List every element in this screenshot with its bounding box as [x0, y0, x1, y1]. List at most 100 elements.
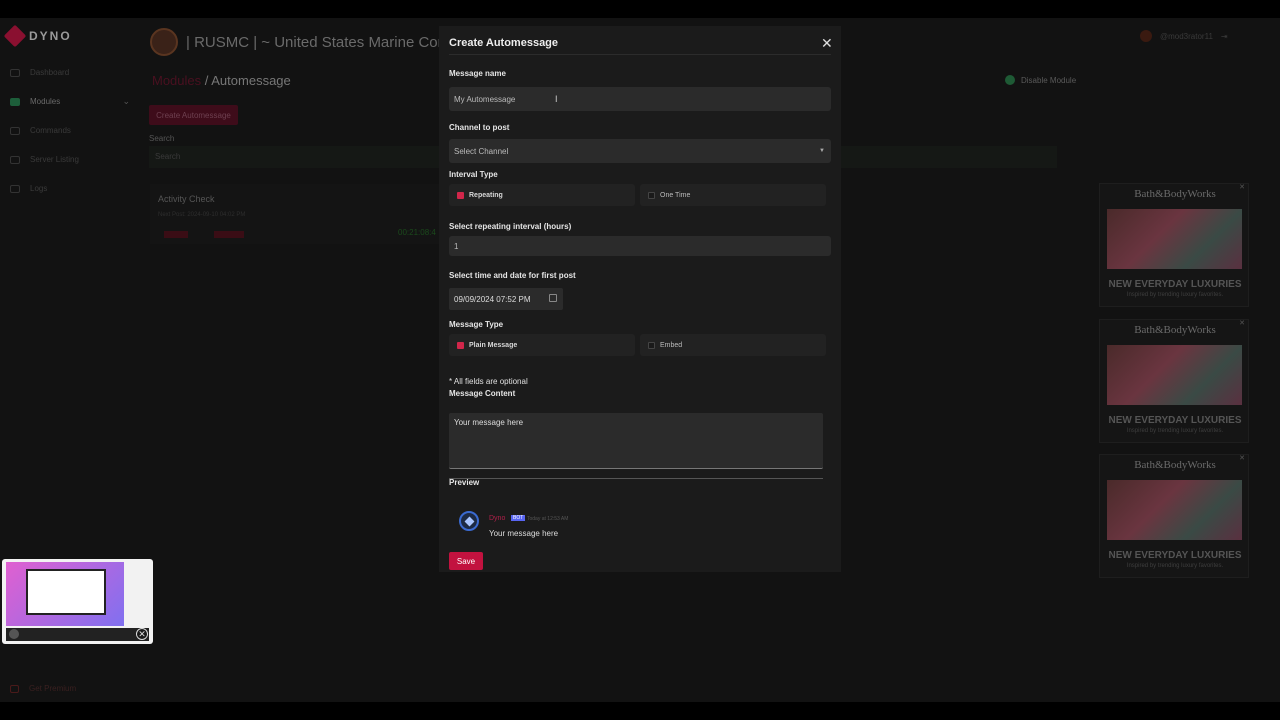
- message-name-input[interactable]: My Automessage I: [449, 87, 831, 111]
- save-button[interactable]: Save: [449, 552, 483, 570]
- chevron-down-icon: ⌄: [122, 96, 130, 106]
- close-icon[interactable]: ✕: [821, 35, 833, 52]
- top-letterbox: [0, 0, 1280, 18]
- ad-brand: Bath&BodyWorks: [1134, 324, 1216, 336]
- commands-icon: [10, 126, 20, 135]
- edit-button[interactable]: [214, 231, 244, 238]
- dyno-logo[interactable]: DYNO: [3, 24, 72, 48]
- message-name-label: Message name: [449, 69, 506, 78]
- divider: [449, 478, 823, 479]
- sidebar-item-label: Modules: [30, 97, 61, 106]
- sidebar-item-modules[interactable]: Modules ⌄: [10, 96, 130, 106]
- embed-option[interactable]: Embed: [640, 334, 826, 356]
- option-label: Repeating: [469, 191, 503, 199]
- disable-module-toggle[interactable]: Disable Module: [1005, 75, 1076, 85]
- modal-title: Create Automessage: [449, 37, 559, 49]
- video-ad-widget[interactable]: ✕: [2, 559, 153, 644]
- ad-headline: NEW EVERYDAY LUXURIES: [1108, 415, 1242, 426]
- sidebar-item-commands[interactable]: Commands: [10, 126, 130, 135]
- checkbox-checked-icon[interactable]: [457, 191, 464, 199]
- ad-banner[interactable]: Bath&BodyWorks NEW EVERYDAY LUXURIES Ins…: [1099, 183, 1249, 307]
- plain-message-option[interactable]: Plain Message: [449, 334, 635, 356]
- sidebar-item-label: Commands: [30, 126, 71, 135]
- text-cursor-icon: I: [555, 94, 558, 104]
- ad-banner[interactable]: Bath&BodyWorks NEW EVERYDAY LUXURIES Ins…: [1099, 319, 1249, 443]
- breadcrumb-parent[interactable]: Modules: [152, 73, 201, 88]
- close-icon[interactable]: ✕: [1238, 184, 1246, 192]
- checkbox-checked-icon[interactable]: [457, 341, 464, 349]
- disable-module-label: Disable Module: [1021, 75, 1077, 85]
- option-label: Plain Message: [469, 341, 518, 349]
- interval-hours-input[interactable]: 1: [449, 236, 831, 256]
- delete-button[interactable]: [164, 231, 188, 238]
- server-header: | RUSMC | ~ United States Marine Corps: [150, 28, 458, 56]
- next-post-text: Next Post: 2024-09-10 04:02 PM: [158, 212, 246, 218]
- optional-note: * All fields are optional: [449, 377, 528, 386]
- channel-label: Channel to post: [449, 123, 510, 132]
- message-type-label: Message Type: [449, 320, 504, 329]
- breadcrumb-separator: /: [201, 73, 212, 88]
- message-name-value: My Automessage: [454, 94, 516, 104]
- logs-icon: [10, 184, 20, 193]
- checkbox-icon[interactable]: [648, 341, 655, 349]
- username: @mod3rator11: [1160, 31, 1213, 41]
- close-icon[interactable]: ✕: [136, 628, 148, 640]
- play-icon[interactable]: [9, 629, 19, 639]
- toggle-icon: [1005, 75, 1015, 85]
- bottom-letterbox: [0, 702, 1280, 720]
- sidebar-item-label: Logs: [30, 184, 48, 193]
- user-menu[interactable]: @mod3rator11 ⇥: [1140, 30, 1228, 42]
- bot-avatar: [459, 511, 479, 531]
- ad-subtext: Inspired by trending luxury favorites.: [1126, 292, 1224, 298]
- preview-timestamp: Today at 12:53 AM: [527, 516, 569, 522]
- automessage-card: Activity Check Next Post: 2024-09-10 04:…: [150, 184, 440, 244]
- logout-icon[interactable]: ⇥: [1221, 32, 1228, 41]
- one-time-option[interactable]: One Time: [640, 184, 826, 206]
- sidebar-item-logs[interactable]: Logs: [10, 184, 130, 193]
- create-automessage-modal: Create Automessage ✕ Message name My Aut…: [439, 26, 841, 572]
- premium-label: Get Premium: [29, 684, 77, 693]
- calendar-icon[interactable]: [549, 294, 557, 302]
- ad-brand: Bath&BodyWorks: [1134, 188, 1216, 200]
- brand-name: DYNO: [29, 29, 72, 43]
- interval-type-label: Interval Type: [449, 170, 498, 179]
- video-thumbnail[interactable]: [6, 562, 124, 626]
- first-post-datetime-input[interactable]: 09/09/2024 07:52 PM: [449, 288, 563, 310]
- breadcrumb: Modules / Automessage: [152, 73, 291, 88]
- message-content-label: Message Content: [449, 389, 516, 398]
- preview-label: Preview: [449, 478, 480, 487]
- option-label: Embed: [660, 341, 683, 349]
- caret-down-icon: ▼: [819, 148, 825, 154]
- close-icon[interactable]: ✕: [1238, 320, 1246, 328]
- server-listing-icon: [10, 155, 20, 164]
- server-avatar: [150, 28, 178, 56]
- channel-select[interactable]: Select Channel ▼: [449, 139, 831, 163]
- repeating-option[interactable]: Repeating: [449, 184, 635, 206]
- dyno-logo-icon: [3, 24, 27, 48]
- interval-hours-value: 1: [454, 241, 459, 251]
- video-illustration: [26, 569, 106, 615]
- automessage-title: Activity Check: [158, 194, 215, 204]
- dashboard-page: DYNO Dashboard Modules ⌄ Commands Server…: [0, 18, 1280, 702]
- ad-subtext: Inspired by trending luxury favorites.: [1126, 428, 1224, 434]
- preview-message: Your message here: [489, 529, 559, 538]
- sidebar-item-label: Dashboard: [30, 68, 70, 77]
- ad-image: [1107, 480, 1242, 540]
- message-content-textarea[interactable]: Your message here: [449, 413, 823, 469]
- create-automessage-button[interactable]: Create Automessage: [149, 105, 238, 125]
- ad-banner[interactable]: Bath&BodyWorks NEW EVERYDAY LUXURIES Ins…: [1099, 454, 1249, 578]
- get-premium-link[interactable]: Get Premium: [10, 684, 76, 693]
- sidebar-item-server-listing[interactable]: Server Listing: [10, 155, 130, 164]
- sidebar-item-dashboard[interactable]: Dashboard: [10, 68, 130, 77]
- divider: [449, 54, 831, 55]
- channel-select-value: Select Channel: [454, 146, 509, 156]
- ad-image: [1107, 209, 1242, 269]
- close-icon[interactable]: ✕: [1238, 455, 1246, 463]
- preview-bot-name: Dyno: [489, 515, 506, 522]
- user-avatar: [1140, 30, 1152, 42]
- ad-headline: NEW EVERYDAY LUXURIES: [1108, 279, 1242, 290]
- checkbox-icon[interactable]: [648, 191, 655, 199]
- interval-hours-label: Select repeating interval (hours): [449, 222, 572, 231]
- ad-headline: NEW EVERYDAY LUXURIES: [1108, 550, 1242, 561]
- search-label: Search: [149, 134, 175, 143]
